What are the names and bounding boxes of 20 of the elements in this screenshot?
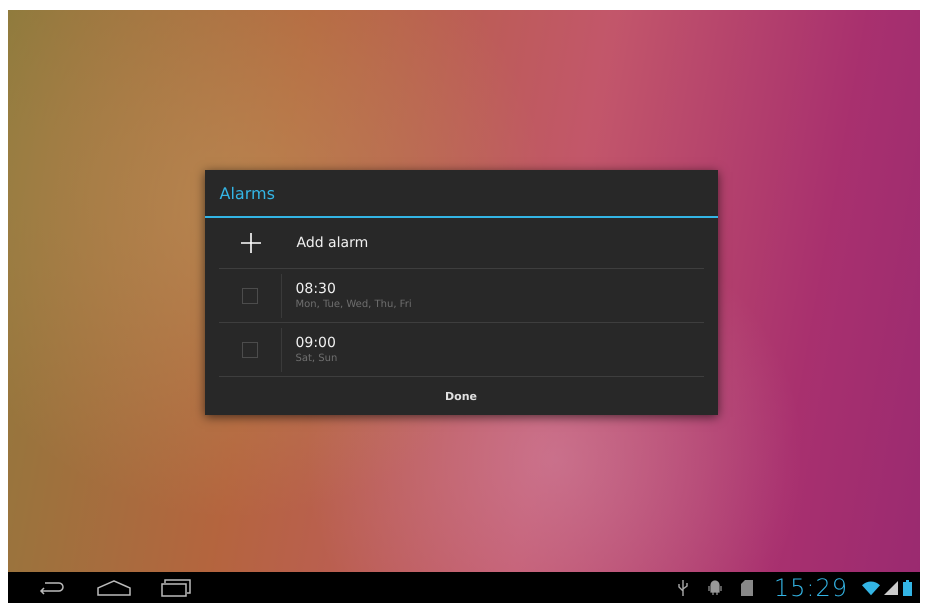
alarm-checkbox[interactable]: [242, 288, 258, 304]
dialog-title: Alarms: [204, 170, 718, 218]
recent-apps-icon[interactable]: [161, 578, 191, 596]
alarm-time: 09:00: [296, 335, 337, 351]
sd-card-icon: [740, 580, 753, 596]
add-alarm-item[interactable]: Add alarm: [218, 218, 704, 269]
back-icon[interactable]: [39, 580, 65, 594]
usb-icon: [676, 578, 689, 596]
alarm-checkbox[interactable]: [242, 342, 258, 358]
wifi-icon: [862, 580, 880, 596]
plus-icon: [240, 233, 260, 253]
battery-icon: [902, 580, 912, 596]
android-icon: [708, 580, 722, 596]
alarm-time: 08:30: [296, 281, 337, 297]
home-icon[interactable]: [97, 580, 131, 596]
alarm-days: Sat, Sun: [296, 353, 338, 364]
done-button[interactable]: Done: [204, 377, 718, 415]
signal-icon: [884, 580, 898, 594]
alarm-days: Mon, Tue, Wed, Thu, Fri: [296, 299, 412, 310]
clock-time: 15:29: [774, 574, 848, 602]
